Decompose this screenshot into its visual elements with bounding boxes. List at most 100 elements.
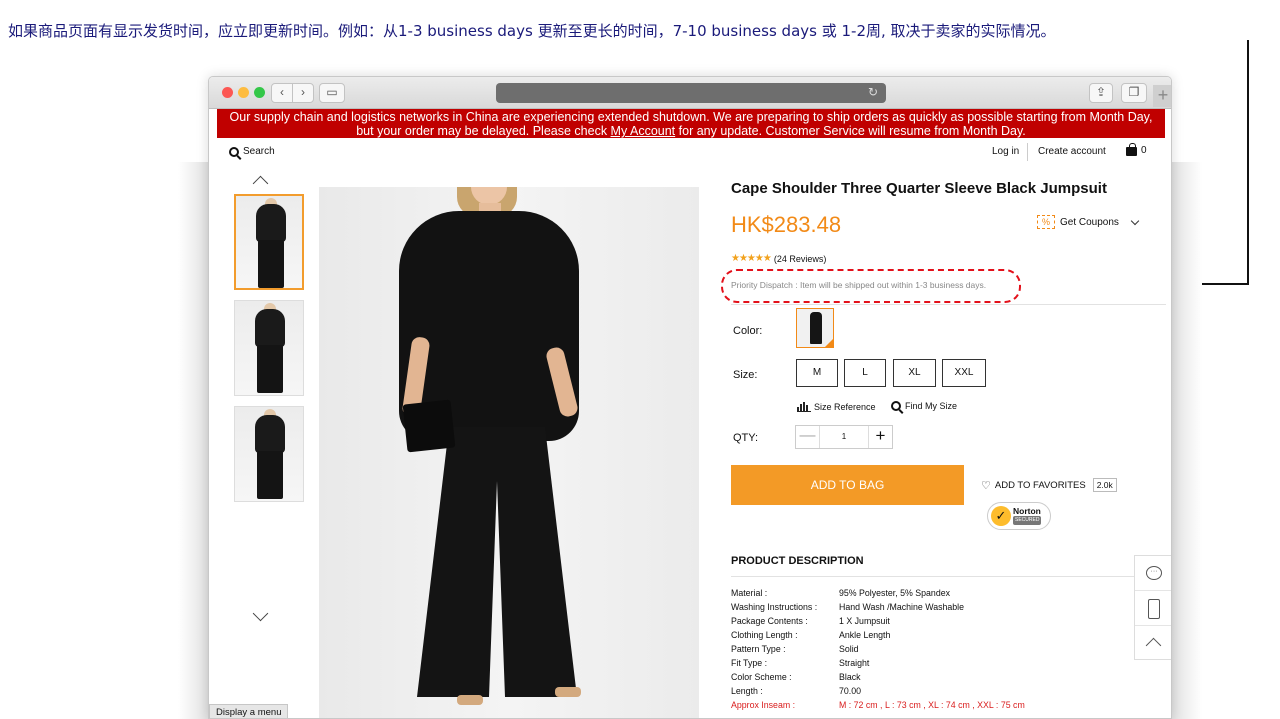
size-option-m[interactable]: M bbox=[796, 359, 838, 387]
browser-toolbar: ‹ › ▭ ↻ ⇪ ❐ + bbox=[209, 77, 1171, 109]
thumbnail-figure-legs bbox=[257, 451, 283, 499]
right-shade bbox=[1172, 162, 1202, 719]
size-option-l[interactable]: L bbox=[844, 359, 886, 387]
tabs-icon: ❐ bbox=[1128, 85, 1140, 99]
notice-line-2-start: but your order may be delayed. Please ch… bbox=[356, 124, 611, 138]
thumbnail-1[interactable] bbox=[234, 194, 304, 290]
left-shade bbox=[178, 162, 208, 719]
floating-action-panel: ··· bbox=[1134, 555, 1171, 661]
favorites-count: 2.0k bbox=[1092, 478, 1117, 492]
reload-icon[interactable]: ↻ bbox=[868, 85, 878, 99]
description-divider bbox=[731, 576, 1141, 577]
annotation-connector-vertical bbox=[1247, 40, 1249, 284]
spec-key: Color Scheme : bbox=[731, 672, 792, 682]
annotation-text: 如果商品页面有显示发货时间，应立即更新时间。例如：从1-3 business d… bbox=[8, 22, 1056, 40]
norton-secured-label: SECURED bbox=[1013, 516, 1042, 525]
sidebar-toggle-button[interactable]: ▭ bbox=[319, 83, 345, 103]
search-link[interactable]: Search bbox=[229, 146, 275, 157]
find-my-size-label: Find My Size bbox=[905, 401, 958, 411]
quantity-stepper: — 1 + bbox=[795, 425, 893, 449]
section-divider bbox=[731, 304, 1166, 305]
spec-value: Solid bbox=[839, 644, 859, 654]
minimize-window-button[interactable] bbox=[238, 87, 249, 98]
my-account-link[interactable]: My Account bbox=[611, 124, 676, 138]
close-window-button[interactable] bbox=[222, 87, 233, 98]
norton-secured-badge: ✓ Norton SECURED bbox=[987, 502, 1051, 530]
back-to-top-button[interactable] bbox=[1135, 626, 1171, 661]
thumbnail-3[interactable] bbox=[234, 406, 304, 502]
shutdown-notice-banner: Our supply chain and logistics networks … bbox=[217, 109, 1165, 138]
thumbnails-up-button[interactable] bbox=[252, 174, 269, 192]
share-button[interactable]: ⇪ bbox=[1089, 83, 1113, 103]
shopping-bag-icon bbox=[1126, 143, 1137, 156]
spec-row: Color Scheme : Black bbox=[731, 670, 1151, 684]
jumpsuit-pants bbox=[417, 427, 577, 697]
heart-icon: ♡ bbox=[981, 479, 991, 492]
thumbnail-2[interactable] bbox=[234, 300, 304, 396]
new-tab-button[interactable]: + bbox=[1153, 85, 1171, 107]
spec-key: Length : bbox=[731, 686, 763, 696]
add-to-favorites-button[interactable]: ♡ ADD TO FAVORITES 2.0k bbox=[981, 478, 1117, 492]
create-account-link[interactable]: Create account bbox=[1038, 146, 1106, 157]
search-icon bbox=[891, 401, 901, 411]
size-label: Size: bbox=[733, 369, 758, 381]
color-swatch-black[interactable] bbox=[796, 308, 834, 348]
main-product-image[interactable] bbox=[319, 187, 699, 718]
qty-increase-button[interactable]: + bbox=[868, 426, 892, 448]
chat-button[interactable]: ··· bbox=[1135, 556, 1171, 591]
forward-button[interactable]: › bbox=[292, 83, 314, 103]
cart-button[interactable]: 0 bbox=[1126, 143, 1147, 156]
spec-value: 70.00 bbox=[839, 686, 862, 696]
chevron-down-icon bbox=[252, 605, 269, 622]
spec-value: 95% Polyester, 5% Spandex bbox=[839, 588, 951, 598]
rating-summary[interactable]: ★★★★★ (24 Reviews) bbox=[731, 253, 826, 264]
add-to-bag-button[interactable]: ADD TO BAG bbox=[731, 465, 964, 505]
spec-key: Approx Inseam : bbox=[731, 700, 796, 710]
star-rating-icon: ★★★★★ bbox=[731, 253, 772, 264]
product-price: HK$283.48 bbox=[731, 212, 842, 237]
sidebar-icon: ▭ bbox=[326, 85, 338, 99]
qty-label: QTY: bbox=[733, 432, 759, 444]
spec-value: Straight bbox=[839, 658, 870, 668]
spec-row: Clothing Length : Ankle Length bbox=[731, 628, 1151, 642]
size-reference-link[interactable]: Size Reference bbox=[797, 401, 876, 412]
notice-line-2-end: for any update. Customer Service will re… bbox=[675, 124, 1026, 138]
spec-row: Fit Type : Straight bbox=[731, 656, 1151, 670]
zoom-window-button[interactable] bbox=[254, 87, 265, 98]
favorites-label: ADD TO FAVORITES bbox=[994, 479, 1086, 491]
notice-line-2: but your order may be delayed. Please ch… bbox=[217, 124, 1165, 138]
find-my-size-link[interactable]: Find My Size bbox=[891, 401, 957, 411]
size-option-xl[interactable]: XL bbox=[893, 359, 936, 387]
product-description-heading: PRODUCT DESCRIPTION bbox=[731, 555, 864, 567]
spec-key: Package Contents : bbox=[731, 616, 808, 626]
chevron-up-icon bbox=[1145, 637, 1162, 654]
thumbnail-figure-top bbox=[255, 415, 285, 453]
mobile-app-button[interactable] bbox=[1135, 591, 1171, 626]
spec-row: Approx Inseam : M : 72 cm , L : 73 cm , X… bbox=[731, 698, 1151, 712]
thumbnail-figure-top bbox=[255, 309, 285, 347]
spec-row: Package Contents : 1 X Jumpsuit bbox=[731, 614, 1151, 628]
login-link[interactable]: Log in bbox=[992, 146, 1019, 157]
nav-divider bbox=[1027, 143, 1028, 161]
thumbnail-figure-legs bbox=[257, 345, 283, 393]
coupon-label: Get Coupons bbox=[1060, 216, 1119, 228]
chevron-down-icon bbox=[1130, 216, 1140, 225]
spec-key: Pattern Type : bbox=[731, 644, 786, 654]
spec-value: Ankle Length bbox=[839, 630, 891, 640]
norton-text: Norton SECURED bbox=[1013, 507, 1042, 525]
size-option-xxl[interactable]: XXL bbox=[942, 359, 986, 387]
spec-key: Fit Type : bbox=[731, 658, 768, 668]
thumbnails-down-button[interactable] bbox=[252, 605, 269, 626]
qty-decrease-button[interactable]: — bbox=[796, 426, 820, 448]
checkmark-icon: ✓ bbox=[991, 506, 1011, 526]
get-coupons-button[interactable]: % Get Coupons bbox=[1037, 215, 1140, 229]
back-button[interactable]: ‹ bbox=[271, 83, 293, 103]
spec-value: Hand Wash /Machine Washable bbox=[839, 602, 965, 612]
address-bar[interactable]: ↻ bbox=[496, 83, 886, 103]
thumbnail-figure-legs bbox=[258, 240, 284, 288]
spec-row: Washing Instructions : Hand Wash /Machine… bbox=[731, 600, 1151, 614]
tab-overview-button[interactable]: ❐ bbox=[1121, 83, 1147, 103]
qty-input[interactable]: 1 bbox=[820, 426, 868, 448]
cart-count: 0 bbox=[1141, 145, 1147, 156]
thumbnail-figure-top bbox=[256, 204, 286, 242]
